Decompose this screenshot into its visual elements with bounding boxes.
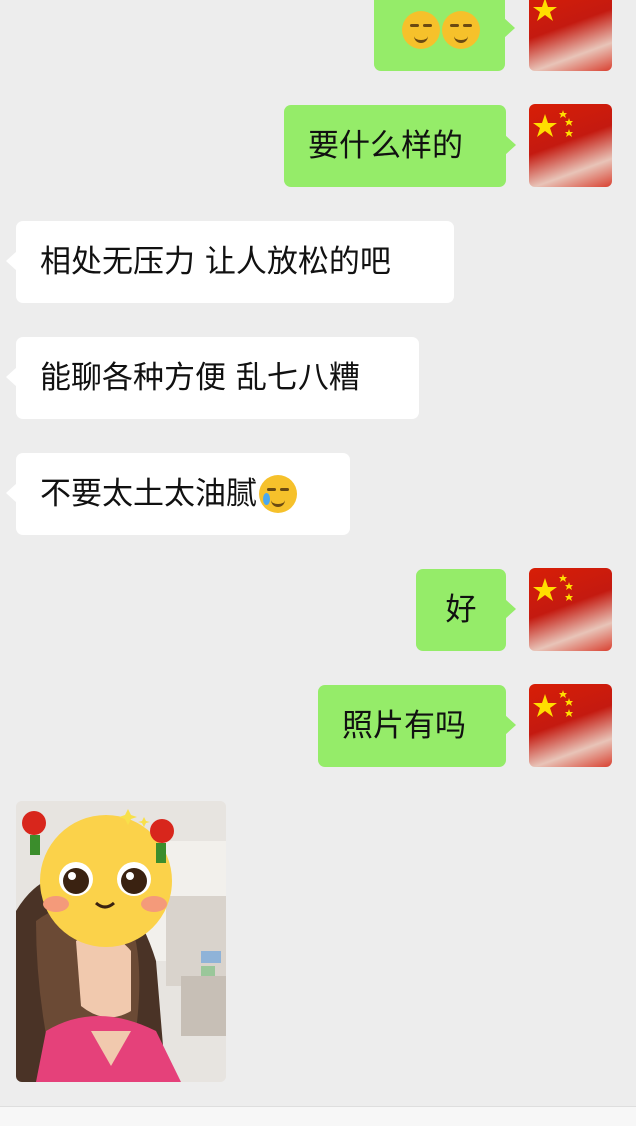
message-bubble-outgoing[interactable]: 要什么样的 (284, 105, 516, 187)
message-bubble-incoming[interactable]: 相处无压力 让人放松的吧 (6, 221, 454, 303)
flag-icon (533, 574, 573, 601)
message-bubble-incoming[interactable]: 能聊各种方便 乱七八糟 (6, 337, 419, 419)
flag-icon (533, 690, 573, 717)
photo-image (16, 801, 226, 1082)
flag-icon (533, 0, 557, 21)
message-text: 好 (445, 591, 477, 628)
image-message[interactable] (16, 801, 226, 1082)
smirk-face-emoji (401, 10, 440, 49)
message-text: 能聊各种方便 乱七八糟 (40, 359, 360, 396)
input-bar-edge (0, 1106, 636, 1126)
message-text: 相处无压力 让人放松的吧 (40, 243, 391, 280)
flag-icon (533, 110, 573, 137)
message-bubble-outgoing[interactable]: 好 (416, 569, 516, 651)
my-avatar[interactable] (529, 568, 612, 651)
crying-laughing-emoji (259, 475, 297, 513)
my-avatar[interactable] (529, 104, 612, 187)
message-text: 照片有吗 (342, 707, 466, 744)
message-text: 要什么样的 (308, 127, 463, 164)
message-bubble-incoming[interactable]: 不要太土太油腻 (6, 453, 350, 535)
my-avatar[interactable] (529, 0, 612, 71)
message-bubble-outgoing[interactable] (374, 0, 515, 71)
message-text: 不要太土太油腻 (40, 475, 257, 512)
my-avatar[interactable] (529, 684, 612, 767)
smirk-face-emoji (441, 10, 480, 49)
message-bubble-outgoing[interactable]: 照片有吗 (318, 685, 516, 767)
